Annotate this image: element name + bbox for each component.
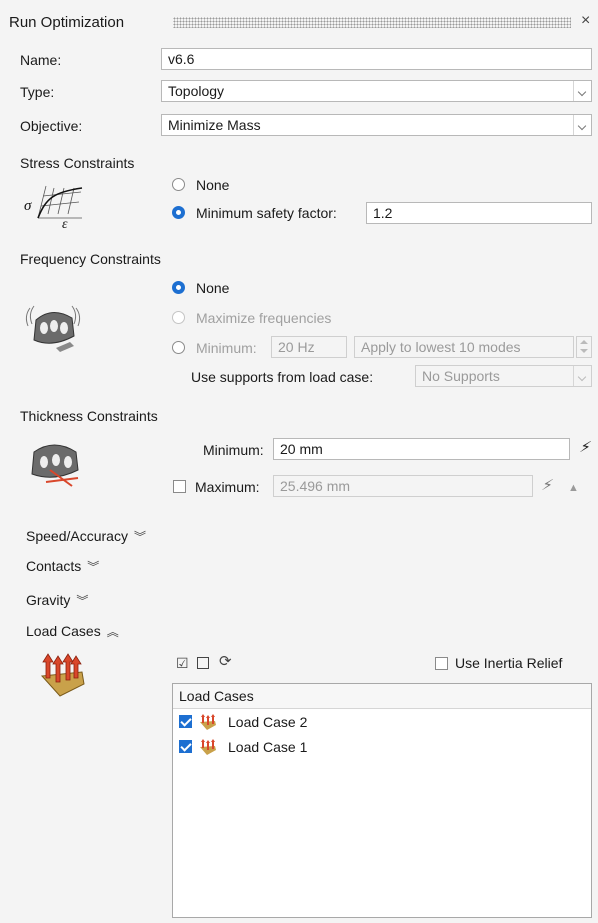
check-all-icon[interactable]: ☑ [176, 655, 189, 671]
load-case-list[interactable]: Load Cases Load Case 2 Load Case 1 [172, 683, 592, 918]
load-case-icon [40, 653, 85, 697]
apply-to-modes-value: Apply to lowest 10 modes [361, 339, 521, 355]
frequency-none-label: None [196, 280, 230, 296]
close-icon[interactable]: × [581, 13, 590, 29]
gravity-label: Gravity [26, 592, 71, 608]
stress-none-radio[interactable] [172, 178, 185, 191]
panel-title: Run Optimization [9, 14, 125, 31]
double-chevron-up-icon: ︽ [106, 625, 119, 639]
refresh-icon[interactable]: ⟳ [219, 654, 232, 670]
svg-text:ε: ε [62, 217, 68, 230]
modes-spinner[interactable] [576, 336, 592, 358]
lightning-icon[interactable]: ⚡︎ [541, 478, 552, 494]
spinner-down-icon[interactable] [580, 349, 588, 353]
load-case-icon [200, 714, 216, 730]
stress-strain-graph-icon: σ ε [24, 185, 83, 230]
safety-factor-input[interactable]: 1.2 [366, 202, 592, 224]
supports-value: No Supports [422, 368, 500, 384]
type-value: Topology [168, 83, 225, 99]
load-case-2-checkbox[interactable] [179, 715, 192, 728]
vibrating-part-icon [25, 305, 81, 352]
load-case-2-label: Load Case 2 [228, 714, 308, 730]
uncheck-all-icon[interactable] [197, 657, 209, 669]
type-select[interactable]: Topology [161, 80, 592, 102]
stress-safety-factor-radio[interactable] [172, 206, 185, 219]
name-input[interactable]: v6.6 [161, 48, 592, 70]
inertia-relief-label: Use Inertia Relief [455, 655, 563, 671]
speed-accuracy-label: Speed/Accuracy [26, 528, 128, 544]
stress-heading: Stress Constraints [20, 155, 135, 171]
chevron-down-icon [573, 115, 591, 135]
speed-accuracy-header[interactable]: Speed/Accuracy ︾ [26, 528, 146, 545]
svg-text:σ: σ [24, 198, 32, 214]
supports-label: Use supports from load case: [191, 369, 374, 385]
objective-label: Objective: [20, 118, 83, 134]
load-cases-header[interactable]: Load Cases ︽ [26, 623, 119, 640]
maximize-frequencies-radio[interactable] [172, 311, 185, 324]
lightning-icon[interactable]: ⚡︎ [579, 440, 590, 456]
spinner-up-icon[interactable] [580, 340, 588, 344]
double-chevron-down-icon: ︾ [76, 594, 89, 608]
name-value: v6.6 [168, 51, 195, 67]
thickness-minimum-label: Minimum: [203, 442, 264, 458]
load-case-1-label: Load Case 1 [228, 739, 308, 755]
frequency-minimum-label: Minimum: [196, 340, 257, 356]
thickness-minimum-value: 20 mm [280, 441, 323, 457]
chevron-down-icon [573, 366, 591, 386]
thickness-maximum-value: 25.496 mm [280, 478, 351, 494]
drag-handle[interactable] [173, 17, 571, 28]
warning-icon: ▲ [568, 482, 579, 494]
stress-safety-factor-label: Minimum safety factor: [196, 205, 337, 221]
stress-none-label: None [196, 177, 230, 193]
load-case-1-checkbox[interactable] [179, 740, 192, 753]
thickness-maximum-input[interactable]: 25.496 mm [273, 475, 533, 497]
frequency-minimum-value: 20 Hz [278, 339, 315, 355]
list-item[interactable]: Load Case 2 [173, 710, 591, 734]
thickness-part-icon [31, 444, 79, 487]
maximize-frequencies-label: Maximize frequencies [196, 310, 332, 326]
frequency-minimum-input[interactable]: 20 Hz [271, 336, 347, 358]
list-item[interactable]: Load Case 1 [173, 735, 591, 759]
apply-to-modes-field[interactable]: Apply to lowest 10 modes [354, 336, 574, 358]
objective-value: Minimize Mass [168, 117, 261, 133]
objective-select[interactable]: Minimize Mass [161, 114, 592, 136]
name-label: Name: [20, 52, 62, 68]
thickness-maximum-label: Maximum: [195, 479, 260, 495]
double-chevron-down-icon: ︾ [87, 560, 100, 574]
list-header: Load Cases [173, 684, 591, 709]
load-case-icon [200, 739, 216, 755]
supports-select[interactable]: No Supports [415, 365, 592, 387]
frequency-heading: Frequency Constraints [20, 251, 161, 267]
list-header-label: Load Cases [179, 688, 254, 704]
inertia-relief-checkbox[interactable] [435, 657, 448, 670]
frequency-none-radio[interactable] [172, 281, 185, 294]
chevron-down-icon [573, 81, 591, 101]
type-label: Type: [20, 84, 55, 100]
frequency-minimum-radio[interactable] [172, 341, 185, 354]
double-chevron-down-icon: ︾ [133, 530, 146, 544]
gravity-header[interactable]: Gravity ︾ [26, 592, 88, 609]
safety-factor-value: 1.2 [373, 205, 393, 221]
thickness-minimum-input[interactable]: 20 mm [273, 438, 570, 460]
thickness-heading: Thickness Constraints [20, 408, 158, 424]
contacts-header[interactable]: Contacts ︾ [26, 558, 99, 575]
thickness-maximum-checkbox[interactable] [173, 480, 186, 493]
contacts-label: Contacts [26, 558, 82, 574]
load-cases-label: Load Cases [26, 623, 101, 639]
